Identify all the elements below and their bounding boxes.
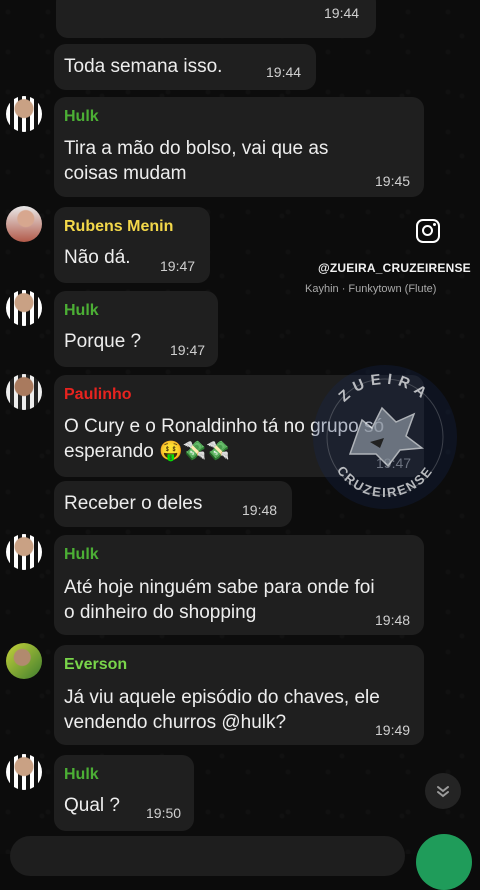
message-time: 19:48 bbox=[242, 502, 278, 518]
message-text: Até hoje ninguém sabe para onde foi o di… bbox=[64, 577, 375, 623]
sender-name: Hulk bbox=[64, 766, 99, 783]
message-bubble[interactable]: Hulk Até hoje ninguém sabe para onde foi… bbox=[54, 535, 424, 635]
message-text: Porque ? bbox=[64, 331, 142, 352]
scroll-down-button[interactable] bbox=[425, 773, 461, 809]
avatar-hulk[interactable] bbox=[6, 534, 42, 570]
message-text: Tira a mão do bolso, vai que as coisas m… bbox=[64, 138, 329, 184]
message-bubble[interactable]: 19:44 bbox=[56, 0, 376, 38]
send-button[interactable] bbox=[416, 834, 472, 890]
avatar-hulk[interactable] bbox=[6, 754, 42, 790]
message-bubble[interactable]: Hulk Porque ? 19:47 bbox=[54, 291, 218, 367]
message-text: Qual ? bbox=[64, 795, 120, 816]
message-time: 19:47 bbox=[160, 258, 196, 274]
sender-name: Everson bbox=[64, 656, 128, 673]
avatar-hulk[interactable] bbox=[6, 290, 42, 326]
sender-name: Hulk bbox=[64, 302, 99, 319]
sender-name: Hulk bbox=[64, 546, 99, 563]
avatar-paulinho[interactable] bbox=[6, 374, 42, 410]
message-input[interactable] bbox=[10, 836, 405, 876]
zueira-cruzeirense-logo: ZUEIRA CRUZEIRENSE bbox=[310, 362, 460, 512]
avatar-rubens-menin[interactable] bbox=[6, 206, 42, 242]
message-time: 19:49 bbox=[375, 722, 411, 738]
chevron-down-icon bbox=[437, 786, 449, 798]
message-bubble[interactable]: Everson Já viu aquele episódio do chaves… bbox=[54, 645, 424, 745]
message-bubble[interactable]: Toda semana isso. 19:44 bbox=[54, 44, 316, 90]
message-time: 19:45 bbox=[375, 173, 411, 189]
avatar-hulk[interactable] bbox=[6, 96, 42, 132]
message-time: 19:47 bbox=[170, 342, 206, 358]
message-bubble[interactable]: Hulk Qual ? 19:50 bbox=[54, 755, 194, 831]
watermark-handle: @ZUEIRA_CRUZEIRENSE bbox=[318, 261, 471, 275]
message-time: 19:44 bbox=[266, 64, 302, 80]
message-time: 19:50 bbox=[146, 805, 182, 821]
avatar-everson[interactable] bbox=[6, 643, 42, 679]
message-text: Toda semana isso. bbox=[64, 56, 223, 77]
message-text: Não dá. bbox=[64, 247, 131, 268]
message-text: Receber o deles bbox=[64, 493, 203, 514]
message-bubble[interactable]: Hulk Tira a mão do bolso, vai que as coi… bbox=[54, 97, 424, 197]
instagram-icon bbox=[416, 219, 440, 243]
sender-name: Rubens Menin bbox=[64, 218, 174, 235]
message-bubble[interactable]: Receber o deles 19:48 bbox=[54, 481, 292, 527]
music-credit: Kayhin · Funkytown (Flute) bbox=[305, 283, 437, 295]
message-text: Já viu aquele episódio do chaves, ele ve… bbox=[64, 687, 380, 733]
sender-name: Paulinho bbox=[64, 386, 132, 403]
message-bubble[interactable]: Rubens Menin Não dá. 19:47 bbox=[54, 207, 210, 283]
message-time: 19:48 bbox=[375, 612, 411, 628]
message-time: 19:44 bbox=[324, 5, 360, 21]
sender-name: Hulk bbox=[64, 108, 99, 125]
